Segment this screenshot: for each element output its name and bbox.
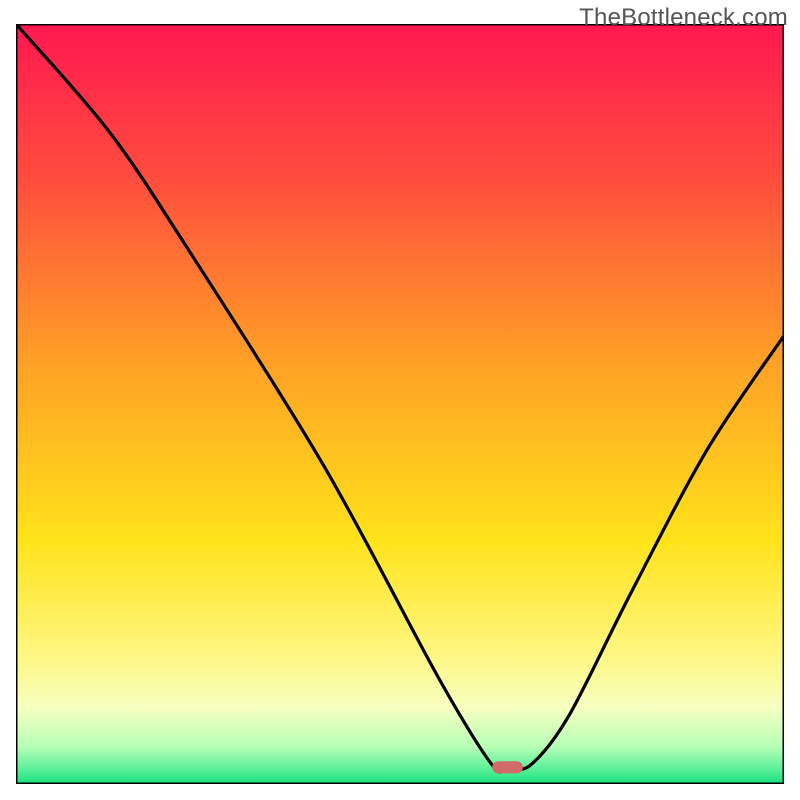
bottleneck-chart	[16, 24, 784, 784]
sweet-spot-marker	[492, 761, 523, 773]
plot-area	[16, 24, 784, 784]
watermark-text: TheBottleneck.com	[579, 4, 788, 32]
gradient-background	[16, 24, 784, 784]
chart-container: TheBottleneck.com	[0, 0, 800, 800]
